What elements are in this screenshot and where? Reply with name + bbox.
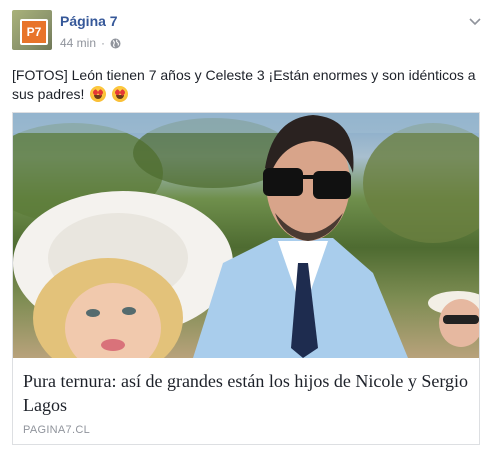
page-logo: P7	[20, 19, 48, 45]
globe-icon[interactable]	[110, 38, 121, 49]
page-avatar[interactable]: P7	[12, 10, 52, 50]
meta-separator: ·	[101, 36, 106, 50]
page-name-link[interactable]: Página 7	[60, 13, 118, 29]
article-source[interactable]: PAGINA7.CL	[23, 424, 90, 436]
facebook-post: P7 Página 7 44 min · [FOTOS] León tienen…	[0, 0, 492, 458]
post-meta: 44 min ·	[60, 36, 121, 50]
article-photo[interactable]	[13, 113, 479, 358]
chevron-down-icon[interactable]	[468, 14, 482, 28]
post-message: [FOTOS] León tienen 7 años y Celeste 3 ¡…	[12, 66, 480, 104]
heart-eyes-emoji	[112, 86, 129, 102]
post-message-text: [FOTOS] León tienen 7 años y Celeste 3 ¡…	[12, 67, 476, 102]
heart-eyes-emoji	[90, 86, 107, 102]
post-timestamp[interactable]: 44 min	[60, 36, 96, 50]
article-headline[interactable]: Pura ternura: así de grandes están los h…	[23, 369, 469, 417]
link-attachment[interactable]: Pura ternura: así de grandes están los h…	[12, 112, 480, 445]
